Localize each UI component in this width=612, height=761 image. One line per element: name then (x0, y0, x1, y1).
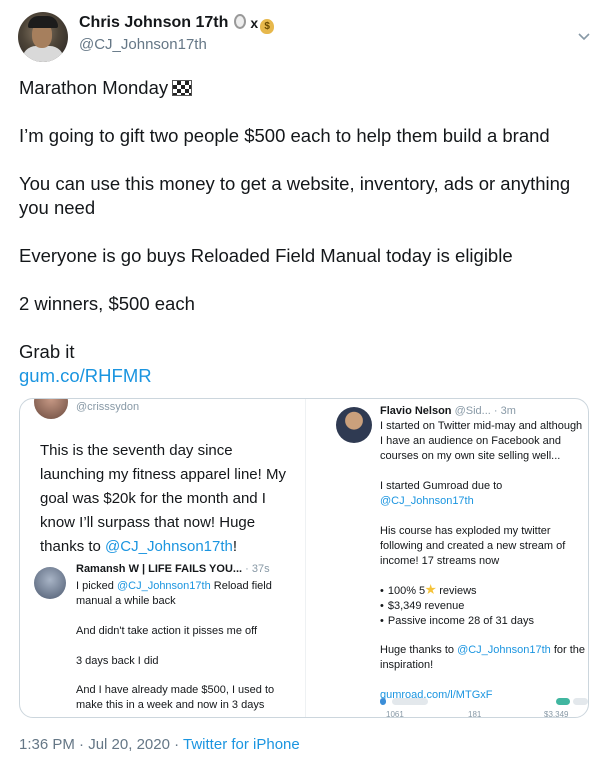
flavio-tweet: I started on Twitter mid-may and althoug… (380, 419, 588, 717)
media-screenshot-left: @crisssydon This is the seventh day sinc… (20, 399, 305, 717)
tweet-line-1: Marathon Monday (19, 77, 169, 98)
media-image[interactable]: @crisssydon This is the seventh day sinc… (19, 398, 589, 718)
tweet-line-2: I’m going to gift two people $500 each t… (19, 125, 550, 146)
watch-emoji-icon (234, 14, 247, 29)
tweet-line-6: Grab it (19, 341, 75, 362)
author-name-suffix: x (250, 14, 259, 31)
tweet-source[interactable]: Twitter for iPhone (183, 736, 300, 753)
author-handle[interactable]: @CJ_Johnson17th (79, 36, 207, 53)
media-screenshot-right: Flavio Nelson @Sid... · 3m I started on … (305, 399, 588, 718)
checkered-flag-icon (172, 80, 193, 96)
tweet-header: Chris Johnson 17th x $ @CJ_Johnson17th (18, 12, 598, 64)
author-name[interactable]: Chris Johnson 17th x $ (79, 14, 275, 34)
stat-figure-2: 181 (468, 710, 482, 718)
tweet-line-5: 2 winners, $500 each (19, 293, 195, 314)
ramansh-reply: I picked @CJ_Johnson17th Reload field ma… (76, 580, 275, 711)
tweet-date[interactable]: Jul 20, 2020 (88, 736, 170, 753)
flavio-name: Flavio Nelson @Sid... · 3m (380, 405, 516, 417)
ramansh-avatar (34, 567, 66, 599)
flavio-avatar (336, 407, 372, 443)
crisssydon-avatar (34, 399, 68, 419)
money-bag-emoji-icon: $ (260, 19, 275, 34)
tweet-line-3: You can use this money to get a website,… (19, 173, 571, 218)
tweet-time[interactable]: 1:36 PM (19, 736, 75, 753)
crisssydon-tweet: This is the seventh day since launching … (40, 442, 286, 555)
gumroad-stats-strip: 1061 181 $3,349 (380, 695, 588, 718)
chevron-down-icon[interactable] (576, 28, 592, 44)
tweet-line-4: Everyone is go buys Reloaded Field Manua… (19, 245, 513, 266)
mention-link: @CJ_Johnson17th (105, 538, 233, 555)
stat-figure-1: 1061 (386, 710, 404, 718)
crisssydon-handle: @crisssydon (76, 401, 140, 413)
author-avatar[interactable] (18, 12, 68, 62)
stat-figure-3: $3,349 (544, 710, 569, 718)
author-name-text[interactable]: Chris Johnson 17th (79, 14, 228, 31)
tweet-link[interactable]: gum.co/RHFMR (19, 365, 152, 386)
ramansh-name: Ramansh W | LIFE FAILS YOU... · 37s (76, 563, 270, 575)
star-icon (425, 584, 436, 595)
tweet-text: Marathon Monday I’m going to gift two pe… (19, 76, 594, 388)
tweet-footer: 1:36 PM · Jul 20, 2020 · Twitter for iPh… (19, 736, 300, 753)
